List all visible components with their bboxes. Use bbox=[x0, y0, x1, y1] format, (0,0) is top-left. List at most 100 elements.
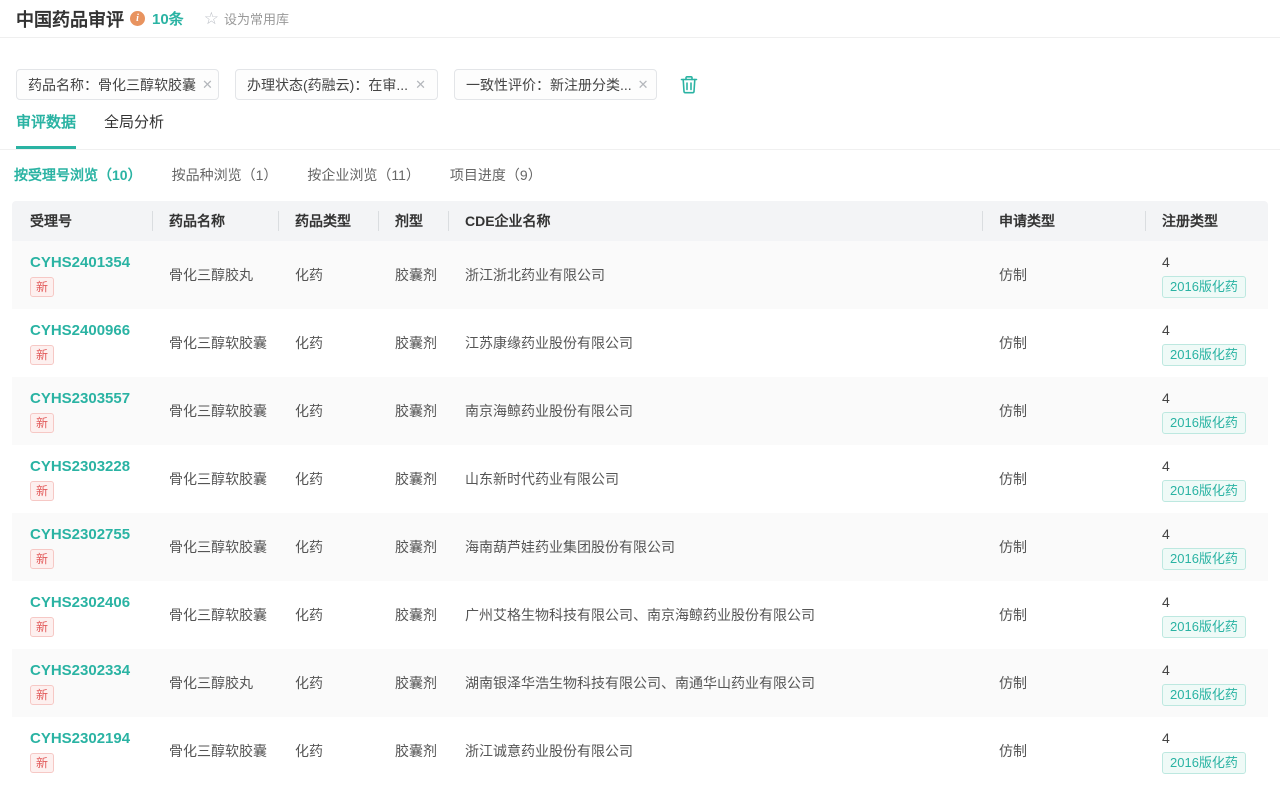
col-acceptance-no: 受理号 bbox=[12, 212, 152, 230]
acceptance-no-link[interactable]: CYHS2302334 bbox=[30, 661, 130, 680]
registration-badge: 2016版化药 bbox=[1162, 548, 1246, 570]
col-dosage-form: 剂型 bbox=[378, 212, 448, 230]
star-icon: ☆ bbox=[204, 10, 219, 27]
filter-tag-label: 药品名称：骨化三醇软胶囊 bbox=[28, 75, 196, 95]
application-type-cell: 仿制 bbox=[982, 266, 1145, 285]
dosage-form-cell: 胶囊剂 bbox=[378, 674, 448, 693]
col-cde-company: CDE企业名称 bbox=[448, 212, 982, 230]
new-badge: 新 bbox=[30, 685, 54, 705]
filter-bar: 药品名称：骨化三醇软胶囊 ✕ 办理状态(药融云)：在审... ✕ 一致性评价：新… bbox=[0, 69, 1280, 100]
table-row: CYHS2302194 新 骨化三醇软胶囊 化药 胶囊剂 浙江诚意药业股份有限公… bbox=[12, 717, 1268, 785]
acceptance-no-link[interactable]: CYHS2400966 bbox=[30, 321, 130, 340]
filter-tag-status: 办理状态(药融云)：在审... ✕ bbox=[235, 69, 438, 100]
registration-type-value: 4 bbox=[1162, 321, 1170, 340]
filter-tag-label: 办理状态(药融云)：在审... bbox=[247, 75, 408, 95]
subtab-by-acceptance-no[interactable]: 按受理号浏览（10） bbox=[14, 165, 142, 185]
dosage-form-cell: 胶囊剂 bbox=[378, 742, 448, 761]
registration-cell: 4 2016版化药 bbox=[1145, 661, 1268, 706]
acceptance-no-link[interactable]: CYHS2302406 bbox=[30, 593, 130, 612]
table-row: CYHS2302755 新 骨化三醇软胶囊 化药 胶囊剂 海南葫芦娃药业集团股份… bbox=[12, 513, 1268, 581]
remove-filter-icon[interactable]: ✕ bbox=[409, 77, 426, 93]
clear-all-filters-button[interactable] bbox=[679, 74, 699, 95]
drug-type-cell: 化药 bbox=[278, 470, 378, 489]
registration-badge: 2016版化药 bbox=[1162, 684, 1246, 706]
table-row: CYHS2303228 新 骨化三醇软胶囊 化药 胶囊剂 山东新时代药业有限公司… bbox=[12, 445, 1268, 513]
remove-filter-icon[interactable]: ✕ bbox=[632, 77, 649, 93]
company-cell: 广州艾格生物科技有限公司、南京海鲸药业股份有限公司 bbox=[448, 606, 982, 625]
table-row: CYHS2401354 新 骨化三醇胶丸 化药 胶囊剂 浙江浙北药业有限公司 仿… bbox=[12, 241, 1268, 309]
subtab-by-variety[interactable]: 按品种浏览（1） bbox=[172, 165, 278, 185]
drug-type-cell: 化药 bbox=[278, 334, 378, 353]
drug-type-cell: 化药 bbox=[278, 674, 378, 693]
drug-type-cell: 化药 bbox=[278, 742, 378, 761]
company-cell: 浙江诚意药业股份有限公司 bbox=[448, 742, 982, 761]
table-row: CYHS2302334 新 骨化三醇胶丸 化药 胶囊剂 湖南银泽华浩生物科技有限… bbox=[12, 649, 1268, 717]
acceptance-cell: CYHS2303557 新 bbox=[12, 389, 152, 433]
registration-badge: 2016版化药 bbox=[1162, 276, 1246, 298]
registration-type-value: 4 bbox=[1162, 525, 1170, 544]
application-type-cell: 仿制 bbox=[982, 470, 1145, 489]
application-type-cell: 仿制 bbox=[982, 402, 1145, 421]
table-row: CYHS2400966 新 骨化三醇软胶囊 化药 胶囊剂 江苏康缘药业股份有限公… bbox=[12, 309, 1268, 377]
drug-name-cell: 骨化三醇软胶囊 bbox=[152, 606, 278, 625]
registration-badge: 2016版化药 bbox=[1162, 412, 1246, 434]
company-cell: 江苏康缘药业股份有限公司 bbox=[448, 334, 982, 353]
company-cell: 南京海鲸药业股份有限公司 bbox=[448, 402, 982, 421]
trash-icon bbox=[679, 74, 699, 95]
registration-type-value: 4 bbox=[1162, 457, 1170, 476]
sub-tabs: 按受理号浏览（10） 按品种浏览（1） 按企业浏览（11） 项目进度（9） bbox=[0, 165, 1280, 185]
registration-type-value: 4 bbox=[1162, 661, 1170, 680]
registration-badge: 2016版化药 bbox=[1162, 616, 1246, 638]
subtab-project-progress[interactable]: 项目进度（9） bbox=[450, 165, 542, 185]
registration-type-value: 4 bbox=[1162, 729, 1170, 748]
table-body: CYHS2401354 新 骨化三醇胶丸 化药 胶囊剂 浙江浙北药业有限公司 仿… bbox=[12, 241, 1268, 785]
acceptance-no-link[interactable]: CYHS2303228 bbox=[30, 457, 130, 476]
acceptance-cell: CYHS2400966 新 bbox=[12, 321, 152, 365]
acceptance-no-link[interactable]: CYHS2302194 bbox=[30, 729, 130, 748]
filter-tag-label: 一致性评价：新注册分类... bbox=[466, 75, 632, 95]
page-title: 中国药品审评 bbox=[16, 6, 124, 32]
dosage-form-cell: 胶囊剂 bbox=[378, 606, 448, 625]
review-table: 受理号 药品名称 药品类型 剂型 CDE企业名称 申请类型 注册类型 CYHS2… bbox=[12, 201, 1268, 785]
acceptance-cell: CYHS2303228 新 bbox=[12, 457, 152, 501]
registration-cell: 4 2016版化药 bbox=[1145, 593, 1268, 638]
remove-filter-icon[interactable]: ✕ bbox=[196, 77, 213, 93]
acceptance-cell: CYHS2302334 新 bbox=[12, 661, 152, 705]
company-cell: 海南葫芦娃药业集团股份有限公司 bbox=[448, 538, 982, 557]
tab-review-data[interactable]: 审评数据 bbox=[16, 113, 76, 149]
dosage-form-cell: 胶囊剂 bbox=[378, 266, 448, 285]
new-badge: 新 bbox=[30, 753, 54, 773]
acceptance-cell: CYHS2401354 新 bbox=[12, 253, 152, 297]
registration-badge: 2016版化药 bbox=[1162, 344, 1246, 366]
new-badge: 新 bbox=[30, 617, 54, 637]
acceptance-cell: CYHS2302755 新 bbox=[12, 525, 152, 569]
acceptance-no-link[interactable]: CYHS2401354 bbox=[30, 253, 130, 272]
table-row: CYHS2302406 新 骨化三醇软胶囊 化药 胶囊剂 广州艾格生物科技有限公… bbox=[12, 581, 1268, 649]
drug-name-cell: 骨化三醇胶丸 bbox=[152, 266, 278, 285]
new-badge: 新 bbox=[30, 481, 54, 501]
registration-cell: 4 2016版化药 bbox=[1145, 729, 1268, 774]
col-application-type: 申请类型 bbox=[982, 212, 1145, 230]
tab-global-analysis[interactable]: 全局分析 bbox=[104, 113, 164, 149]
new-badge: 新 bbox=[30, 345, 54, 365]
info-icon[interactable]: i bbox=[130, 11, 145, 26]
registration-type-value: 4 bbox=[1162, 253, 1170, 272]
result-count: 10条 bbox=[152, 8, 184, 29]
dosage-form-cell: 胶囊剂 bbox=[378, 538, 448, 557]
new-badge: 新 bbox=[30, 549, 54, 569]
dosage-form-cell: 胶囊剂 bbox=[378, 402, 448, 421]
registration-cell: 4 2016版化药 bbox=[1145, 389, 1268, 434]
acceptance-no-link[interactable]: CYHS2302755 bbox=[30, 525, 130, 544]
subtab-by-company[interactable]: 按企业浏览（11） bbox=[307, 165, 420, 185]
registration-cell: 4 2016版化药 bbox=[1145, 457, 1268, 502]
drug-type-cell: 化药 bbox=[278, 402, 378, 421]
table-row: CYHS2303557 新 骨化三醇软胶囊 化药 胶囊剂 南京海鲸药业股份有限公… bbox=[12, 377, 1268, 445]
application-type-cell: 仿制 bbox=[982, 674, 1145, 693]
registration-badge: 2016版化药 bbox=[1162, 480, 1246, 502]
application-type-cell: 仿制 bbox=[982, 334, 1145, 353]
registration-cell: 4 2016版化药 bbox=[1145, 253, 1268, 298]
drug-name-cell: 骨化三醇软胶囊 bbox=[152, 538, 278, 557]
acceptance-no-link[interactable]: CYHS2303557 bbox=[30, 389, 130, 408]
acceptance-cell: CYHS2302406 新 bbox=[12, 593, 152, 637]
set-favorite-button[interactable]: ☆ 设为常用库 bbox=[204, 9, 289, 28]
